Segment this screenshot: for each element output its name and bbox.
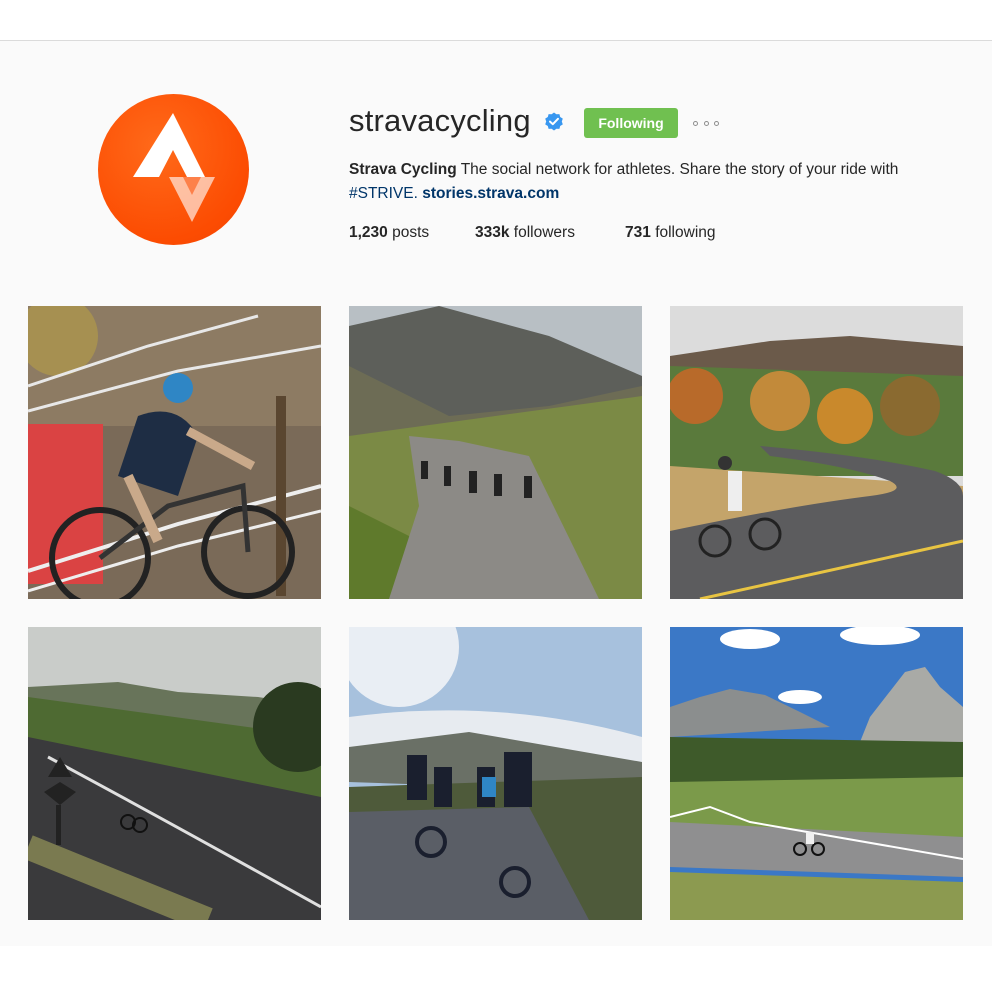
post-thumbnail[interactable] (349, 306, 642, 599)
ellipsis-dot (693, 120, 698, 126)
ellipsis-dot (714, 120, 719, 126)
following-stat[interactable]: 731 following (625, 223, 716, 243)
photo-autumn-hairpin (670, 306, 963, 599)
profile-username: stravacycling (349, 103, 531, 138)
post-thumbnail[interactable] (670, 306, 963, 599)
photo-descent-road (28, 627, 321, 920)
posts-count: 1,230 (349, 224, 388, 241)
post-thumbnail[interactable] (670, 627, 963, 920)
photo-riders-overlook (349, 627, 642, 920)
photo-cyclocross-rider (28, 306, 321, 599)
followers-stat[interactable]: 333k followers (475, 223, 575, 243)
following-count: 731 (625, 224, 651, 241)
bio-text: The social network for athletes. Share t… (460, 161, 899, 178)
bottom-bar (0, 946, 992, 992)
profile-page: stravacycling Following Strava Cycling T… (0, 41, 992, 946)
posts-stat: 1,230 posts (349, 223, 429, 243)
ellipsis-dot (703, 120, 709, 126)
profile-bio: Strava Cycling The social network for at… (349, 158, 959, 206)
website-link[interactable]: stories.strava.com (422, 185, 559, 202)
post-thumbnail[interactable] (28, 627, 321, 920)
verified-badge-icon (545, 112, 563, 131)
top-bar (0, 0, 992, 41)
posts-label: posts (392, 224, 430, 241)
post-thumbnail[interactable] (28, 306, 321, 599)
followers-label: followers (513, 224, 575, 241)
ellipsis-icon[interactable] (693, 113, 719, 133)
photo-dolomites-road (670, 627, 963, 920)
profile-full-name: Strava Cycling (349, 161, 457, 178)
hashtag-link[interactable]: #STRIVE. (349, 185, 418, 202)
followers-count: 333k (475, 224, 510, 241)
strava-logo-icon (133, 113, 215, 222)
profile-avatar[interactable] (98, 94, 249, 245)
following-button[interactable]: Following (584, 108, 678, 138)
following-label: following (655, 224, 716, 241)
photo-mountain-road-group (349, 306, 642, 599)
post-thumbnail[interactable] (349, 627, 642, 920)
